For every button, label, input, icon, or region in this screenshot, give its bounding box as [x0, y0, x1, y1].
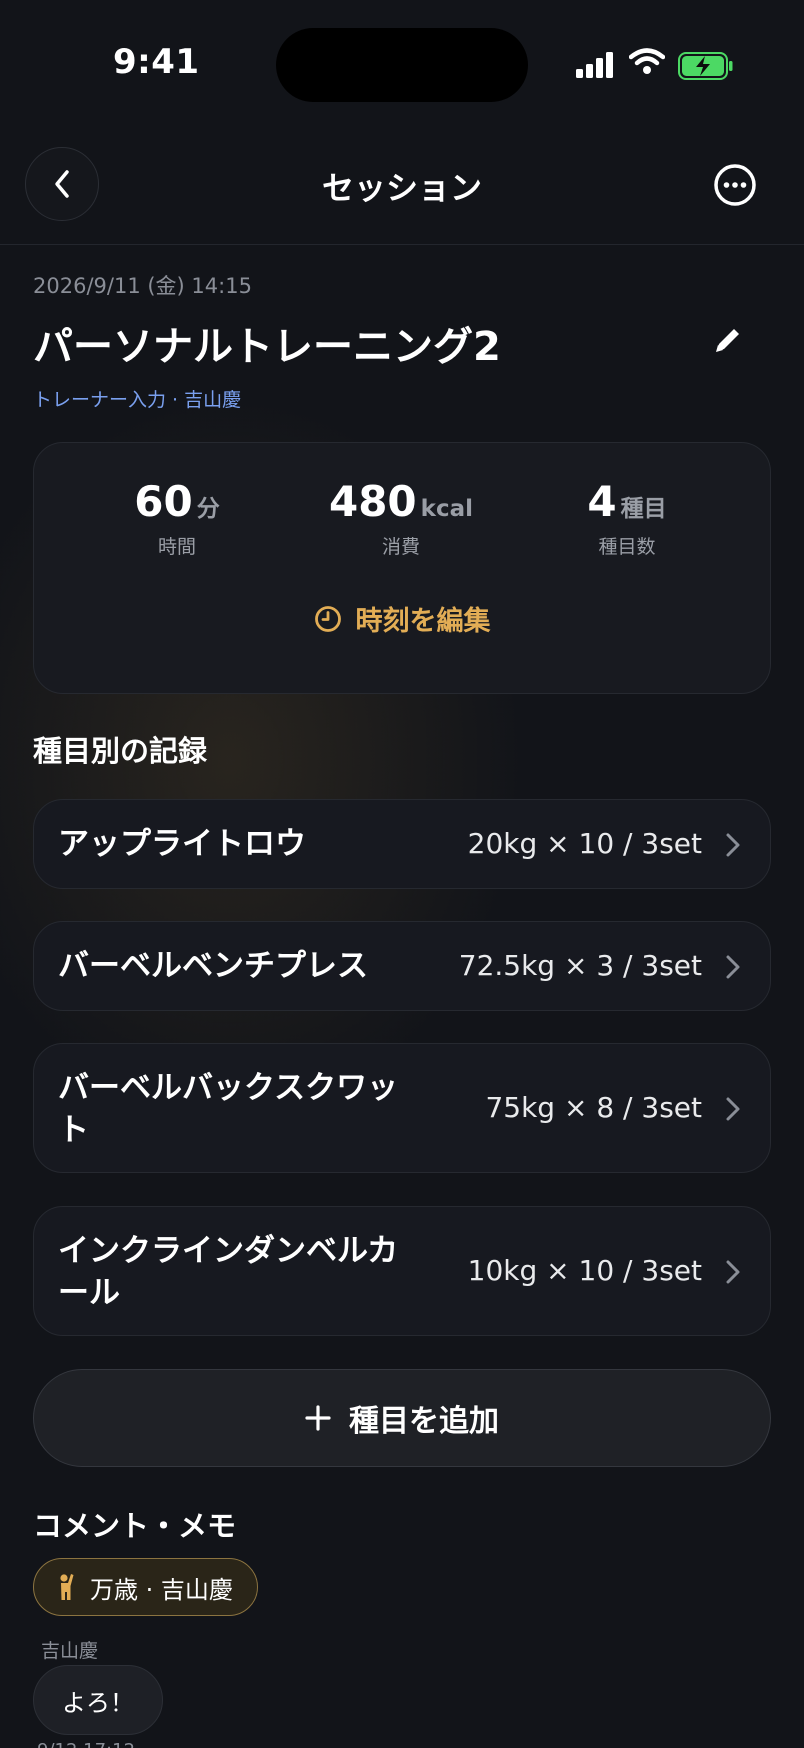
ellipsis-circle-icon[interactable] — [712, 162, 758, 208]
stat-unit: 分 — [196, 496, 220, 522]
battery-charging-icon — [678, 52, 733, 80]
exercise-row[interactable]: バーベルバックスクワット 75kg × 8 / 3set — [33, 1043, 771, 1173]
chevron-right-icon — [726, 1097, 740, 1121]
navigation-bar: セッション — [0, 145, 804, 245]
add-exercise-label: 種目を追加 — [349, 1404, 499, 1439]
edit-time-label: 時刻を編集 — [355, 606, 491, 637]
exercise-row[interactable]: バーベルベンチプレス 72.5kg × 3 / 3set — [33, 921, 771, 1011]
trainer-line: トレーナー入力 · 吉山慶 — [33, 389, 242, 411]
comment-bubble: よろ！ — [33, 1665, 163, 1735]
page-title: セッション — [321, 169, 482, 207]
stat-exercise-count: 4 種目 種目数 — [527, 477, 727, 559]
chevron-right-icon — [726, 955, 740, 979]
comment-author: 吉山慶 — [41, 1640, 99, 1662]
stat-calories: 480 kcal 消費 — [301, 477, 501, 559]
wifi-icon — [629, 48, 665, 74]
exercise-row[interactable]: アップライトロウ 20kg × 10 / 3set — [33, 799, 771, 889]
stat-unit: 種目 — [620, 496, 667, 522]
exercise-detail: 75kg × 8 / 3set — [485, 1091, 702, 1124]
plus-icon — [305, 1405, 331, 1431]
stat-value: 4 — [587, 477, 617, 526]
stat-label: 消費 — [381, 536, 420, 558]
stat-duration: 60 分 時間 — [77, 477, 277, 559]
status-bar: 9:41 — [0, 0, 804, 130]
exercise-name: バーベルベンチプレス — [58, 948, 368, 984]
status-time: 9:41 — [113, 42, 200, 82]
cellular-signal-icon — [576, 52, 613, 78]
exercise-name: アップライトロウ — [58, 826, 306, 862]
stat-label: 時間 — [157, 536, 196, 558]
exercise-detail: 20kg × 10 / 3set — [467, 827, 702, 860]
chevron-right-icon — [726, 833, 740, 857]
exercise-name: インクラインダンベルカール — [58, 1233, 399, 1311]
exercise-detail: 10kg × 10 / 3set — [467, 1254, 702, 1287]
session-title: パーソナルトレーニング2 — [33, 324, 501, 370]
exercise-row[interactable]: インクラインダンベルカール 10kg × 10 / 3set — [33, 1206, 771, 1336]
add-exercise-button[interactable]: 種目を追加 — [33, 1369, 771, 1467]
comment-reaction-chip[interactable]: 万歳 · 吉山慶 — [33, 1558, 258, 1616]
session-date: 2026/9/11 (金) 14:15 — [33, 274, 252, 298]
comment-timestamp: 9/12 17:12 — [37, 1740, 135, 1748]
edit-time-button[interactable]: 時刻を編集 — [34, 599, 770, 638]
summary-card: 60 分 時間 480 kcal 消費 4 種目 種目数 時刻を編集 — [33, 442, 771, 694]
dynamic-island — [276, 28, 528, 102]
pencil-icon[interactable] — [710, 322, 746, 358]
person-raising-hand-icon — [60, 1574, 74, 1600]
exercises-section-title: 種目別の記録 — [33, 734, 208, 768]
stat-value: 60 — [134, 477, 193, 526]
stat-label: 種目数 — [598, 536, 656, 558]
stat-unit: kcal — [420, 496, 473, 522]
clock-icon — [314, 605, 341, 632]
chevron-right-icon — [726, 1260, 740, 1284]
chip-label: 万歳 · 吉山慶 — [90, 1575, 233, 1604]
comment-message: よろ！ — [62, 1688, 134, 1717]
exercise-name: バーベルバックスクワット — [58, 1070, 399, 1148]
stat-value: 480 — [328, 477, 417, 526]
comments-section-title: コメント・メモ — [33, 1509, 237, 1543]
exercise-detail: 72.5kg × 3 / 3set — [458, 949, 702, 982]
